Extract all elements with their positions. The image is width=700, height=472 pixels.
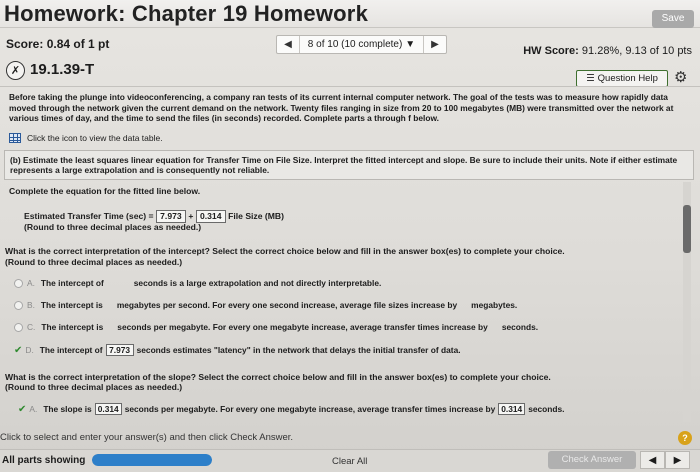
- radio-button[interactable]: [14, 322, 23, 332]
- question-help-button[interactable]: ☰ Question Help: [576, 70, 668, 87]
- option-b-post: megabytes.: [471, 300, 518, 310]
- intercept-question: What is the correct interpretation of th…: [5, 246, 565, 256]
- parts-progress-bar: [92, 454, 212, 466]
- next-question-icon[interactable]: ▶: [665, 451, 690, 469]
- slope-question: What is the correct interpretation of th…: [5, 372, 551, 382]
- check-answer-button[interactable]: Check Answer: [548, 451, 636, 469]
- partial-credit-icon: ✗: [6, 61, 25, 80]
- list-icon: ☰: [586, 73, 595, 84]
- slope-answer-box-2[interactable]: 0.314: [498, 403, 526, 415]
- option-letter: A.: [29, 404, 38, 414]
- intercept-option-b[interactable]: B. The intercept is megabytes per second…: [14, 300, 517, 310]
- clear-all-button[interactable]: Clear All: [332, 456, 367, 467]
- previous-question-icon[interactable]: ◀: [640, 451, 665, 469]
- divider: [0, 86, 700, 87]
- chevron-down-icon: ▼: [405, 39, 416, 50]
- option-b-mid: megabytes per second. For every one seco…: [116, 300, 458, 310]
- score: Score: 0.84 of 1 pt: [6, 37, 109, 51]
- slope-answer-box[interactable]: 0.314: [195, 210, 226, 223]
- question-intro: Before taking the plunge into videoconfe…: [9, 92, 674, 123]
- option-a-answer-box[interactable]: [104, 278, 134, 288]
- option-c-answer-box-2[interactable]: [488, 322, 502, 332]
- data-table-link-text: Click the icon to view the data table.: [27, 133, 163, 143]
- slope-option-post: seconds.: [528, 404, 565, 414]
- equation-plus: +: [188, 211, 194, 221]
- option-b-answer-box-1[interactable]: [103, 300, 117, 310]
- equation-rhs: File Size (MB): [228, 211, 284, 221]
- scrollbar-thumb[interactable]: [683, 205, 691, 253]
- slope-option-a[interactable]: ✔ A. The slope is 0.314 seconds per mega…: [18, 403, 565, 415]
- option-c-post: seconds.: [501, 322, 539, 332]
- question-selector[interactable]: 8 of 10 (10 complete) ▼: [299, 36, 424, 53]
- question-position: 8 of 10 (10 complete): [307, 39, 403, 50]
- fitted-equation: Estimated Transfer Time (sec) = 7.973 + …: [24, 210, 284, 223]
- score-bar: Score: 0.84 of 1 pt ◀ 8 of 10 (10 comple…: [0, 30, 700, 58]
- data-table-link[interactable]: Click the icon to view the data table.: [9, 133, 163, 143]
- checkmark-icon: ✔: [14, 344, 23, 356]
- option-a-post: seconds is a large extrapolation and not…: [133, 278, 382, 288]
- hw-score-label: HW Score:: [523, 45, 579, 57]
- intercept-option-a[interactable]: A. The intercept of seconds is a large e…: [14, 278, 381, 288]
- slope-option-mid: seconds per megabyte. For every one mega…: [124, 404, 496, 414]
- previous-question-icon[interactable]: ◀: [277, 39, 299, 50]
- hw-score-value: 91.28%, 9.13 of 10 pts: [581, 45, 692, 57]
- option-a-pre: The intercept of: [40, 278, 104, 288]
- footer-instruction: Click to select and enter your answer(s)…: [0, 432, 294, 443]
- title-bar: Homework: Chapter 19 Homework Save: [0, 0, 700, 28]
- equation-lhs: Estimated Transfer Time (sec) =: [24, 211, 154, 221]
- radio-button[interactable]: [14, 300, 23, 310]
- next-question-icon[interactable]: ▶: [424, 39, 446, 50]
- option-d-pre: The intercept of: [39, 345, 103, 355]
- hw-score: HW Score: 91.28%, 9.13 of 10 pts: [523, 45, 692, 57]
- option-d-answer-box[interactable]: 7.973: [105, 344, 134, 356]
- radio-button[interactable]: [14, 278, 23, 288]
- checkmark-icon: ✔: [18, 403, 27, 415]
- intercept-option-d[interactable]: ✔ D. The intercept of 7.973 seconds esti…: [14, 344, 461, 356]
- option-b-answer-box-2[interactable]: [457, 300, 471, 310]
- gear-icon[interactable]: ⚙: [674, 68, 687, 86]
- slope-option-pre: The slope is: [43, 404, 92, 414]
- help-icon[interactable]: ?: [678, 431, 692, 445]
- intercept-answer-box[interactable]: 7.973: [155, 210, 186, 223]
- all-parts-showing: All parts showing: [2, 455, 86, 466]
- equation-rounding-note: (Round to three decimal places as needed…: [24, 222, 202, 232]
- option-letter: A.: [27, 278, 35, 288]
- intercept-rounding-note: (Round to three decimal places as needed…: [5, 257, 183, 267]
- homework-page: Homework: Chapter 19 Homework Save Score…: [0, 0, 700, 472]
- option-c-mid: seconds per megabyte. For every one mega…: [117, 322, 488, 332]
- score-value: 0.84 of 1 pt: [46, 37, 110, 51]
- question-navigator: ◀ 8 of 10 (10 complete) ▼ ▶: [276, 35, 447, 54]
- option-c-answer-box-1[interactable]: [103, 322, 117, 332]
- bottom-navigator: ◀ ▶: [640, 451, 690, 469]
- slope-rounding-note: (Round to three decimal places as needed…: [5, 382, 183, 392]
- part-b-prompt: (b) Estimate the least squares linear eq…: [4, 150, 694, 180]
- progress-fill: [92, 454, 212, 466]
- score-label: Score:: [6, 37, 44, 51]
- part-b-text: (b) Estimate the least squares linear eq…: [10, 155, 678, 175]
- page-title: Homework: Chapter 19 Homework: [4, 1, 368, 26]
- data-table-icon[interactable]: [9, 133, 21, 143]
- option-letter: B.: [27, 300, 35, 310]
- complete-equation-instruction: Complete the equation for the fitted lin…: [9, 186, 201, 196]
- slope-answer-box-1[interactable]: 0.314: [94, 403, 122, 415]
- option-d-post: seconds estimates "latency" in the netwo…: [136, 345, 461, 355]
- option-letter: C.: [27, 322, 36, 332]
- save-button[interactable]: Save: [652, 10, 694, 28]
- intercept-option-c[interactable]: C. The intercept is seconds per megabyte…: [14, 322, 538, 332]
- question-help-label: Question Help: [597, 73, 658, 84]
- option-c-pre: The intercept is: [41, 322, 104, 332]
- option-b-pre: The intercept is: [40, 300, 103, 310]
- question-id: 19.1.39-T: [30, 61, 95, 78]
- option-letter: D.: [25, 345, 34, 355]
